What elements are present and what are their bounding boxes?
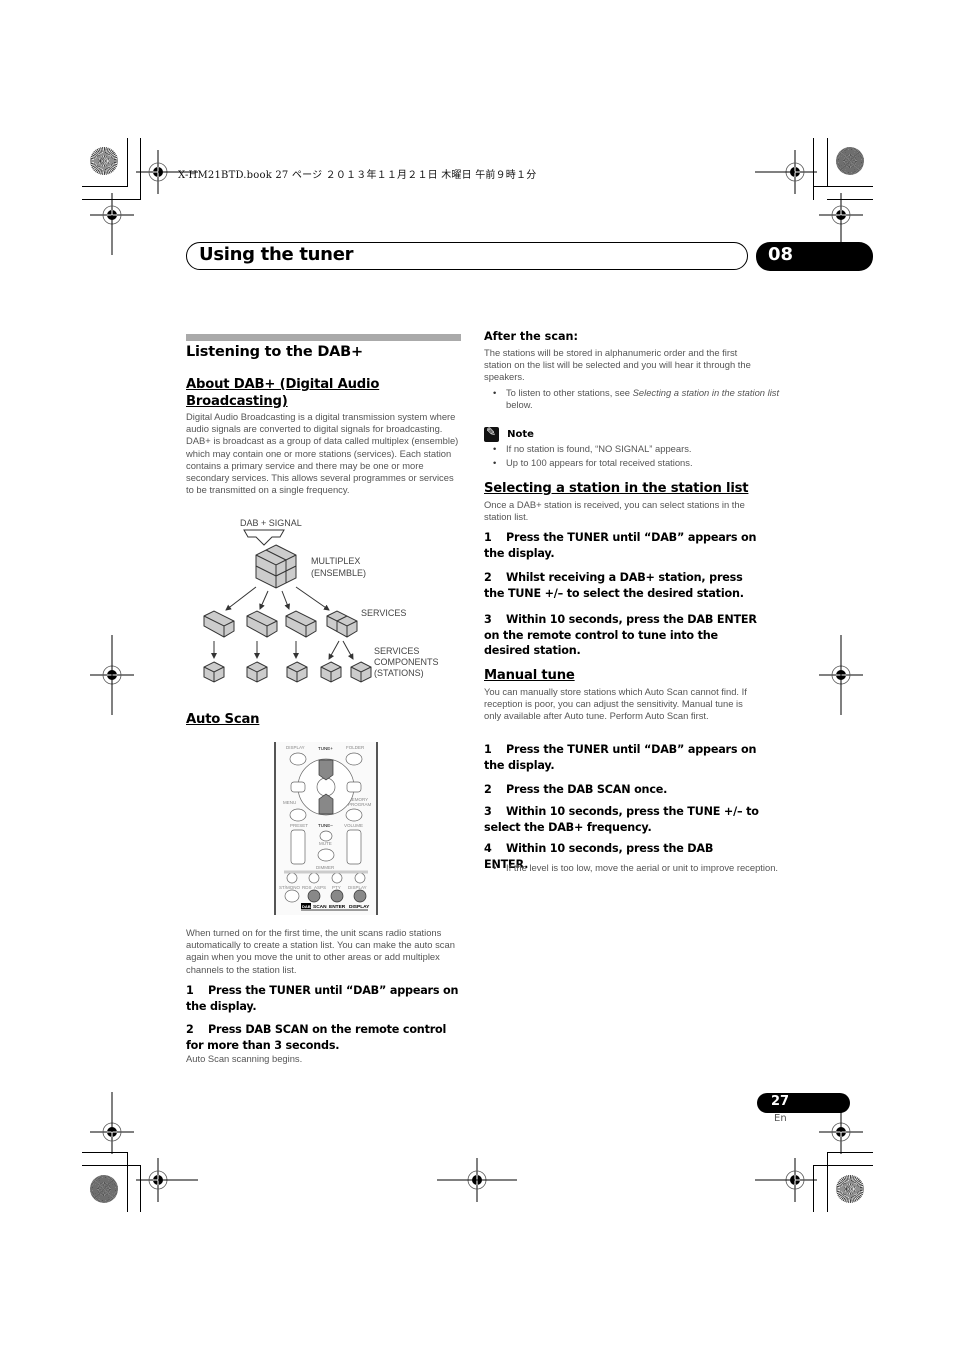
manual-tune-body: You can manually store stations which Au… — [484, 686, 747, 722]
remote-label-folder: FOLDER — [346, 745, 365, 750]
after-scan-body: The stations will be stored in alphanume… — [484, 347, 751, 383]
note-header: Note — [484, 424, 534, 443]
manual-bullets: If the level is too low, move the aerial… — [484, 862, 782, 874]
auto-scan-step-1: 1 Press the TUNER until “DAB” appears on … — [186, 984, 459, 1013]
auto-scan-heading: Auto Scan — [186, 712, 260, 727]
page-number: 27 — [771, 1094, 790, 1109]
remote-label-preset: PRESET — [290, 823, 308, 828]
note-pencil-icon — [484, 425, 499, 442]
chapter-title-bar: Using the tuner — [186, 242, 748, 270]
dab-structure-diagram: DAB + SIGNAL MULTIPLEX (ENSEMBLE) SERVIC… — [186, 515, 466, 695]
about-dab-body: Digital Audio Broadcasting is a digital … — [186, 411, 459, 496]
note-label: Note — [507, 429, 534, 440]
selecting-step-1: 1 Press the TUNER until “DAB” appears on … — [484, 531, 757, 560]
chapter-title: Using the tuner — [199, 244, 354, 265]
note-list: If no station is found, “NO SIGNAL” appe… — [484, 443, 782, 470]
remote-label-display3: DISPLAY — [349, 904, 370, 910]
language-code: En — [774, 1113, 787, 1124]
remote-label-scan: SCAN — [313, 904, 327, 910]
diagram-graphic — [203, 529, 372, 683]
after-scan-bullet: To listen to other stations, see Selecti… — [493, 387, 782, 411]
dab-enter-button — [330, 889, 344, 903]
manual-step-1: 1 Press the TUNER until “DAB” appears on … — [484, 743, 757, 772]
remote-label-enter2: ENTER — [329, 904, 346, 910]
selecting-body: Once a DAB+ station is received, you can… — [484, 499, 745, 523]
auto-scan-step-2: 2 Press DAB SCAN on the remote control fo… — [186, 1023, 447, 1052]
page-number-badge: 27 — [757, 1093, 850, 1113]
dab-scan-button — [307, 889, 321, 903]
after-scan-heading: After the scan: — [484, 330, 578, 343]
remote-control-illustration: DISPLAY FOLDER TUNE+ MENU MEMORY PROGRAM… — [274, 742, 378, 915]
remote-label-tune-plus: TUNE+ — [318, 746, 333, 751]
remote-label-dimmer: DIMMER — [316, 865, 335, 870]
remote-label-mute: MUTE — [319, 841, 332, 846]
cross-reference-link[interactable]: Selecting a station in the station list — [633, 387, 779, 398]
remote-label-rds: RDS — [302, 885, 312, 890]
remote-label-program: PROGRAM — [348, 802, 372, 807]
manual-tune-heading: Manual tune — [484, 668, 575, 683]
remote-label-dab: DAB — [302, 904, 311, 909]
multiplex-cube — [255, 544, 297, 589]
chapter-number-badge: 08 — [756, 242, 873, 271]
manual-step-2: 2 Press the DAB SCAN once. — [484, 783, 668, 796]
section-divider — [186, 334, 461, 341]
auto-scan-step-note: Auto Scan scanning begins. — [186, 1053, 303, 1064]
remote-label-stmono: ST/MONO — [279, 885, 300, 890]
remote-label-asps: ASPS — [314, 885, 326, 890]
remote-label-tune-minus: TUNE– — [318, 823, 333, 828]
print-slug: X-HM21BTD.book 27 ページ ２０１３年１１月２１日 木曜日 午前… — [178, 170, 537, 181]
remote-label-volume: VOLUME — [344, 823, 363, 828]
after-scan-bullets: To listen to other stations, see Selecti… — [484, 387, 782, 411]
remote-label-pty: PTY — [332, 885, 341, 890]
note-item: Up to 100 appears for total received sta… — [493, 457, 782, 469]
registration-marks — [89, 149, 864, 1203]
selecting-heading: Selecting a station in the station list — [484, 481, 749, 496]
manual-step-3: 3 Within 10 seconds, press the TUNE +/– t… — [484, 805, 759, 834]
section-title: Listening to the DAB+ — [186, 344, 363, 360]
about-dab-heading: About DAB+ (Digital Audio Broadcasting) — [186, 377, 380, 409]
selecting-step-3: 3 Within 10 seconds, press the DAB ENTER … — [484, 613, 757, 657]
manual-bullet: If the level is too low, move the aerial… — [493, 862, 782, 874]
chapter-number: 08 — [768, 244, 794, 265]
remote-label-menu: MENU — [283, 800, 296, 805]
note-item: If no station is found, “NO SIGNAL” appe… — [493, 443, 782, 455]
dab-display-button — [353, 889, 367, 903]
selecting-step-2: 2 Whilst receiving a DAB+ station, press … — [484, 571, 744, 600]
remote-label-display: DISPLAY — [286, 745, 305, 750]
auto-scan-body: When turned on for the first time, the u… — [186, 927, 455, 975]
remote-label-display2: DISPLAY — [348, 885, 367, 890]
